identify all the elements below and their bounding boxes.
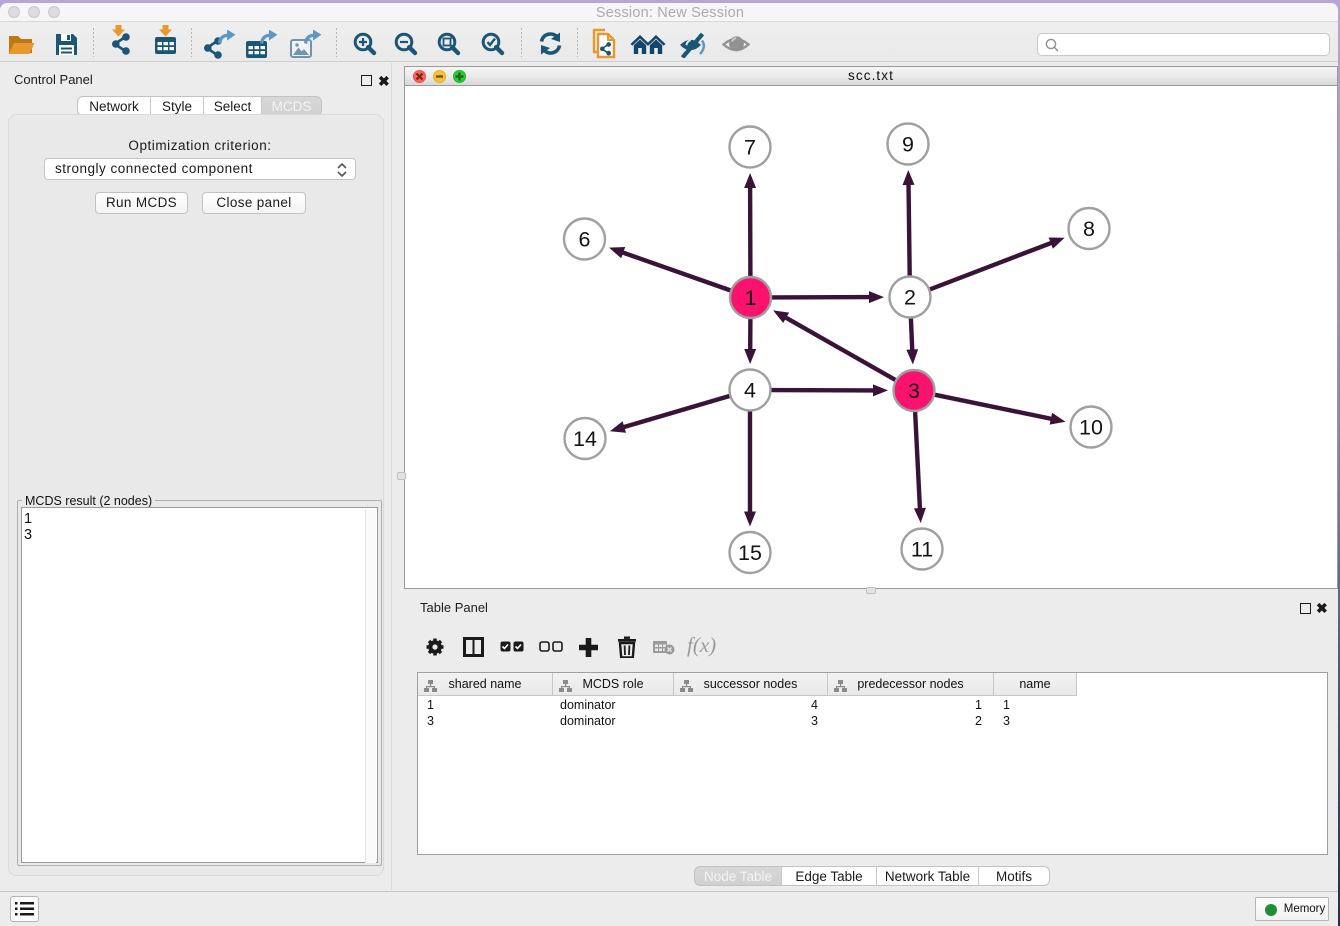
svg-text:10: 10 [1079, 416, 1103, 440]
svg-text:15: 15 [738, 541, 762, 565]
svg-text:3: 3 [908, 379, 920, 403]
svg-text:4: 4 [744, 379, 756, 403]
svg-text:11: 11 [911, 538, 933, 562]
svg-text:6: 6 [579, 228, 591, 252]
svg-text:7: 7 [744, 136, 756, 160]
svg-text:14: 14 [573, 427, 597, 451]
svg-text:9: 9 [902, 133, 914, 157]
svg-text:1: 1 [745, 286, 757, 310]
svg-text:8: 8 [1083, 217, 1095, 241]
svg-text:2: 2 [904, 286, 916, 310]
